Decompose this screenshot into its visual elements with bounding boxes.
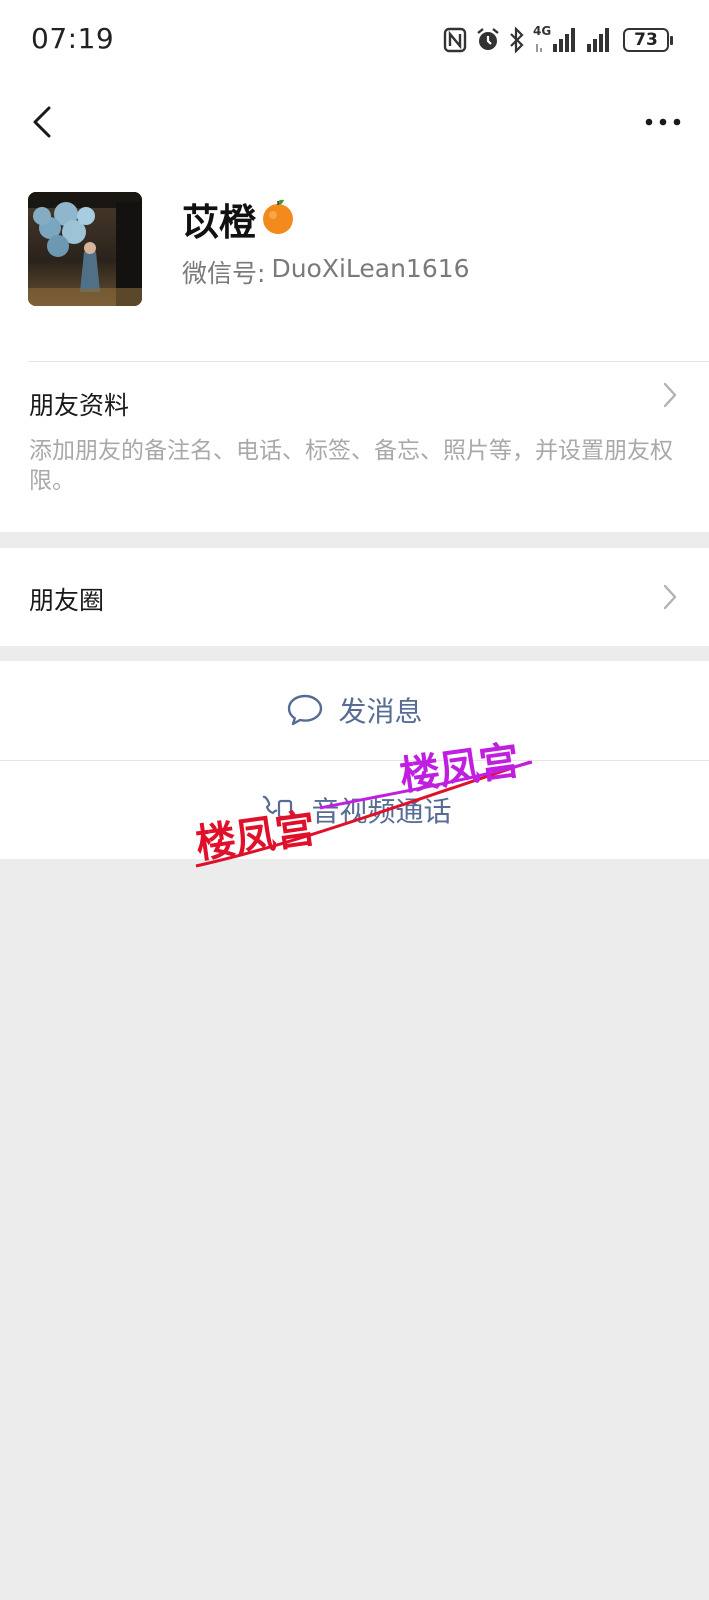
send-message-button[interactable]: 发消息 [0,661,709,759]
orange-emoji-icon [260,198,296,240]
bluetooth-icon [509,27,525,53]
alarm-icon [475,27,501,53]
wechat-id: DuoXiLean1616 [271,254,470,283]
signal-icon [585,26,615,54]
battery-level: 73 [623,28,669,52]
battery-icon: 73 [623,28,673,52]
wechat-id-label: 微信号: [182,259,266,288]
status-bar: 07:19 4G 73 [0,0,709,80]
back-button[interactable] [18,98,66,146]
chevron-left-icon [33,106,51,138]
nickname-row: 苡橙 [182,194,296,244]
wechat-id-row: 微信号: DuoXiLean1616 [182,254,470,290]
status-icons: 4G 73 [443,24,673,56]
actions-panel: 发消息 音视频通话 [0,661,709,859]
status-time: 07:19 [31,22,115,55]
profile-card: 苡橙 微信号: DuoXiLean1616 [0,164,709,362]
send-message-label: 发消息 [338,695,423,728]
chevron-right-icon [659,380,681,410]
nfc-icon [443,27,467,53]
more-button[interactable] [635,98,691,146]
nickname: 苡橙 [182,201,256,244]
more-horizontal-icon [645,118,681,126]
signal-4g-icon: 4G [533,24,577,54]
nav-bar [0,80,709,164]
chat-bubble-icon [286,693,324,727]
chevron-right-icon [659,582,681,612]
phone-video-icon [257,793,297,827]
call-label: 音视频通话 [311,795,452,828]
friend-info-row[interactable]: 朋友资料 添加朋友的备注名、电话、标签、备忘、照片等，并设置朋友权限。 [0,362,709,532]
moments-title: 朋友圈 [29,586,105,615]
call-button[interactable]: 音视频通话 [0,761,709,859]
avatar[interactable] [28,192,142,306]
moments-row[interactable]: 朋友圈 [0,548,709,646]
friend-info-title: 朋友资料 [29,391,130,420]
friend-info-description: 添加朋友的备注名、电话、标签、备忘、照片等，并设置朋友权限。 [29,438,673,494]
